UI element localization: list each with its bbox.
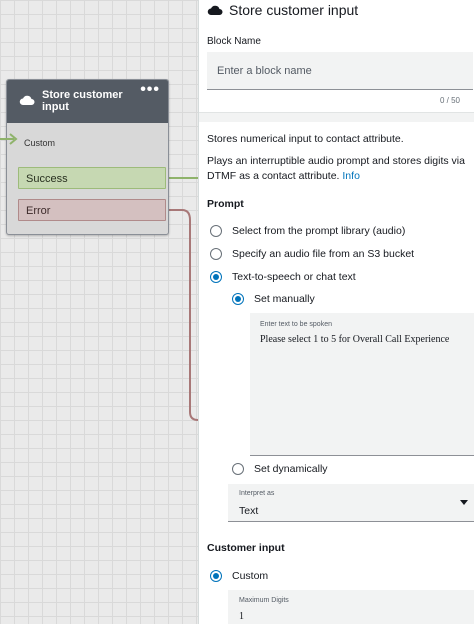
error-connector bbox=[166, 209, 198, 421]
prompt-heading: Prompt bbox=[207, 198, 244, 210]
interpret-as-value: Text bbox=[239, 505, 259, 517]
branch-success[interactable]: Success bbox=[18, 167, 166, 189]
set-dynamically-option[interactable]: Set dynamically bbox=[232, 463, 328, 475]
prompt-text-label: Enter text to be spoken bbox=[260, 321, 332, 328]
prompt-option-library[interactable]: Select from the prompt library (audio) bbox=[210, 225, 405, 237]
branch-error[interactable]: Error bbox=[18, 199, 166, 221]
maximum-digits-label: Maximum Digits bbox=[239, 597, 289, 604]
prompt-text-value[interactable]: Please select 1 to 5 for Overall Call Ex… bbox=[260, 334, 470, 345]
info-link[interactable]: Info bbox=[342, 170, 360, 182]
radio-label: Select from the prompt library (audio) bbox=[232, 225, 406, 237]
block-name-label: Block Name bbox=[207, 36, 261, 47]
radio-label: Set manually bbox=[254, 293, 315, 305]
radio-label: Specify an audio file from an S3 bucket bbox=[232, 248, 415, 260]
prompt-option-s3[interactable]: Specify an audio file from an S3 bucket bbox=[210, 248, 414, 260]
entry-arrow-icon bbox=[0, 133, 18, 145]
properties-panel: Store customer input Block Name 0 / 50 S… bbox=[198, 0, 474, 624]
radio-button-selected[interactable] bbox=[210, 271, 222, 283]
maximum-digits-field[interactable]: Maximum Digits 1 bbox=[228, 590, 474, 624]
chevron-down-icon[interactable] bbox=[460, 500, 468, 505]
block-menu-button[interactable]: ••• bbox=[140, 82, 160, 98]
block-name-counter: 0 / 50 bbox=[439, 96, 460, 105]
block-header[interactable]: Store customer input ••• bbox=[7, 80, 168, 123]
interpret-as-select[interactable]: Interpret as Text bbox=[228, 484, 474, 522]
set-manually-option[interactable]: Set manually bbox=[232, 293, 315, 305]
block-name-input[interactable] bbox=[207, 52, 473, 90]
flow-canvas[interactable]: Store customer input ••• Custom Success … bbox=[0, 0, 198, 624]
interpret-as-label: Interpret as bbox=[239, 490, 275, 497]
maximum-digits-value[interactable]: 1 bbox=[239, 611, 244, 622]
radio-label: Custom bbox=[232, 570, 269, 582]
panel-header: Store customer input bbox=[207, 2, 358, 18]
description-text: Plays an interruptible audio prompt and … bbox=[207, 155, 465, 182]
panel-title: Store customer input bbox=[229, 2, 359, 18]
description-short: Stores numerical input to contact attrib… bbox=[207, 133, 404, 145]
radio-button-selected[interactable] bbox=[232, 293, 244, 305]
radio-button[interactable] bbox=[232, 463, 244, 475]
cloud-icon bbox=[19, 95, 35, 105]
store-customer-input-block[interactable]: Store customer input ••• Custom Success … bbox=[6, 79, 169, 235]
prompt-option-tts[interactable]: Text-to-speech or chat text bbox=[210, 271, 356, 283]
section-divider bbox=[199, 112, 474, 122]
entry-label: Custom bbox=[24, 138, 56, 148]
radio-button-selected[interactable] bbox=[210, 570, 222, 582]
block-title: Store customer input bbox=[42, 89, 123, 113]
cloud-icon bbox=[207, 5, 223, 15]
radio-button[interactable] bbox=[210, 225, 222, 237]
prompt-text-field[interactable]: Enter text to be spoken Please select 1 … bbox=[250, 313, 474, 456]
radio-button[interactable] bbox=[210, 248, 222, 260]
customer-input-heading: Customer input bbox=[207, 542, 285, 554]
customer-input-custom-option[interactable]: Custom bbox=[210, 570, 268, 582]
description-long: Plays an interruptible audio prompt and … bbox=[207, 154, 471, 184]
radio-label: Set dynamically bbox=[254, 463, 328, 475]
radio-label: Text-to-speech or chat text bbox=[232, 271, 356, 283]
